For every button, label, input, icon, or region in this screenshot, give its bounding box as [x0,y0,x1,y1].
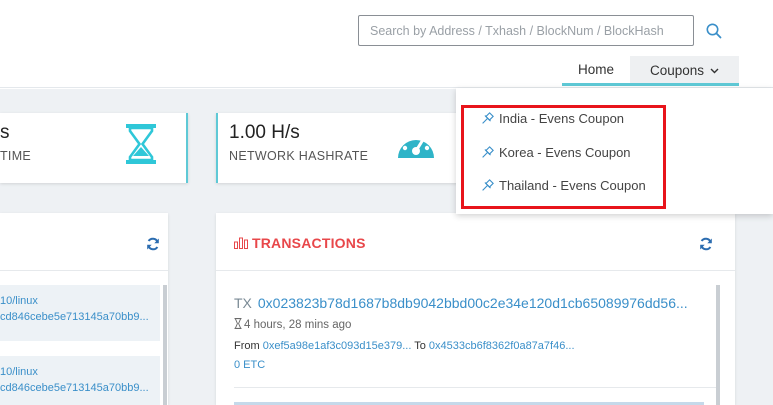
scrollbar[interactable] [716,285,720,405]
dropdown-item-label: India - Evens Coupon [499,111,625,126]
header: Home Coupons [0,0,773,88]
transactions-title-text: TRANSACTIONS [252,235,366,251]
panel-divider [216,270,735,271]
nav-home-tab[interactable]: Home [562,56,630,86]
block-miner: 10/linux [0,366,38,378]
tx-from-label: From [234,340,260,352]
tx-prefix: TX [234,295,252,311]
tx-time-text: 4 hours, 28 mins ago [244,319,352,331]
transactions-panel: TRANSACTIONS TX 0x023823b78d1687b8db9042b… [216,213,735,405]
chevron-down-icon [710,56,719,84]
tx-to-address[interactable]: 0x4533cb6f8362f0a87a7f46... [429,340,575,352]
tx-from-to: From 0xef5a98e1af3c093d15e379... To 0x45… [234,340,718,352]
list-item[interactable]: 10/linux cd846cebe5e713145a70bb9... [0,356,160,405]
bar-chart-icon [234,236,248,252]
block-time-label: TIME [0,149,32,163]
dropdown-item-thailand[interactable]: Thailand - Evens Coupon [480,178,646,196]
tx-amount: 0 ETC [234,359,266,371]
list-item[interactable]: 10/linux cd846cebe5e713145a70bb9... [0,285,160,341]
block-hash: cd846cebe5e713145a70bb9... [0,382,149,394]
refresh-icon[interactable] [699,237,713,251]
tx-from-address[interactable]: 0xef5a98e1af3c093d15e379... [263,340,412,352]
tx-time: 4 hours, 28 mins ago [234,318,718,332]
hourglass-icon [234,318,242,332]
block-time-card: s TIME [0,113,188,183]
transaction-item: TX 0x023823b78d1687b8db9042bbd00c2e34e120… [234,295,718,371]
dropdown-item-india[interactable]: India - Evens Coupon [480,111,624,129]
tx-to-label: To [414,340,426,352]
coupons-dropdown: India - Evens Coupon Korea - Evens Coupo… [456,88,773,214]
pushpin-icon [480,179,494,196]
gauge-icon [396,127,436,166]
block-miner: 10/linux [0,295,38,307]
nav-coupons-label: Coupons [649,63,705,78]
dropdown-item-label: Thailand - Evens Coupon [499,178,646,193]
transactions-title: TRANSACTIONS [234,235,366,252]
pushpin-icon [480,146,494,163]
hashrate-value: 1.00 H/s [229,122,300,143]
hashrate-card: 1.00 H/s NETWORK HASHRATE [216,113,461,183]
tx-hash-link[interactable]: 0x023823b78d1687b8db9042bbd00c2e34e120d1… [258,295,688,311]
nav-coupons-tab[interactable]: Coupons [630,56,739,86]
refresh-icon[interactable] [146,237,160,251]
search-input[interactable] [358,15,694,46]
panel-divider [0,270,168,271]
hashrate-label: NETWORK HASHRATE [229,149,369,163]
scrollbar[interactable] [163,285,167,405]
blocks-panel: 10/linux cd846cebe5e713145a70bb9... 10/l… [0,213,168,405]
block-time-value: s [0,122,10,143]
next-transaction-partial [234,396,718,405]
block-hash: cd846cebe5e713145a70bb9... [0,311,149,323]
search-icon[interactable] [703,20,725,42]
hourglass-icon [124,123,158,170]
pushpin-icon [480,112,494,129]
dropdown-item-label: Korea - Evens Coupon [499,145,631,160]
dropdown-item-korea[interactable]: Korea - Evens Coupon [480,145,631,163]
row-divider [234,387,718,388]
